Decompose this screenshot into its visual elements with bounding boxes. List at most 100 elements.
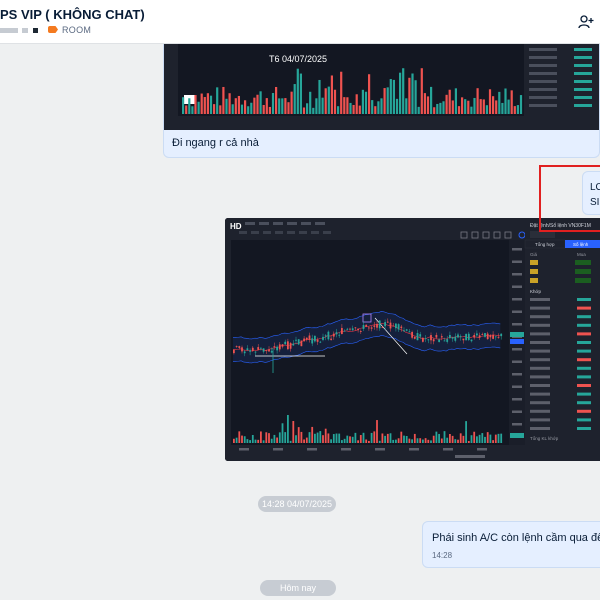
volume-bar: [349, 102, 352, 114]
volume-bar: [516, 105, 519, 114]
volume-bar: [374, 106, 377, 114]
volume-bar: [265, 432, 268, 443]
tab-tong-hop[interactable]: Tổng hợp: [535, 241, 555, 247]
volume-bar: [355, 94, 358, 114]
volume-bar: [352, 104, 355, 114]
candle-body: [492, 334, 494, 339]
volume-bar: [445, 94, 448, 114]
order-row-price: [574, 96, 592, 99]
trade-row-time: [530, 306, 550, 310]
candle-body: [284, 341, 287, 345]
volume-bar: [203, 97, 206, 114]
volume-bar: [362, 432, 365, 443]
volume-bar: [322, 435, 324, 443]
volume-bar: [251, 434, 254, 443]
volume-bar: [271, 93, 275, 114]
volume-bar: [446, 437, 449, 443]
trade-row-time: [530, 392, 550, 396]
message-bubble-image[interactable]: T6 04/07/2025 Đi ngang r cả nhà: [163, 44, 600, 158]
volume-bar: [330, 75, 333, 114]
volume-bar: [364, 91, 368, 114]
volume-bar: [478, 434, 481, 443]
volume-bar: [295, 435, 297, 443]
trade-row-price: [577, 349, 591, 353]
time-tick: [273, 448, 283, 451]
trade-row-price: [577, 341, 591, 344]
volume-bar: [479, 99, 482, 114]
volume-bar: [392, 79, 395, 114]
price-tick: [512, 260, 522, 263]
volume-bar: [358, 105, 361, 114]
order-row-price: [574, 48, 592, 51]
volume-bar: [351, 436, 354, 443]
volume-bar: [337, 106, 340, 114]
volume-bar: [476, 88, 479, 114]
volume-bar: [297, 427, 300, 443]
volume-bar: [290, 91, 293, 114]
volume-bar: [194, 95, 197, 114]
candle-body: [254, 351, 257, 353]
volume-bar: [500, 433, 503, 443]
time-tick: [443, 448, 453, 451]
trade-row-price: [577, 375, 591, 379]
volume-bar: [413, 433, 416, 443]
trade-row-price: [577, 427, 591, 430]
price-tick: [512, 423, 522, 426]
separator-dot: [33, 28, 38, 33]
volume-bar: [321, 97, 324, 114]
add-user-icon[interactable]: [578, 14, 594, 30]
volume-bar: [246, 439, 249, 443]
volume-bar: [241, 435, 243, 443]
volume-bar: [257, 439, 260, 443]
candle-body: [392, 325, 395, 327]
volume-bar: [238, 431, 241, 443]
candle-body: [435, 334, 438, 338]
candle-body: [446, 339, 449, 342]
trading-chart-screenshot-1[interactable]: T6 04/07/2025: [164, 44, 600, 130]
volume-bar: [200, 93, 203, 114]
volume-bar: [330, 439, 332, 443]
volume-bar: [470, 106, 473, 114]
volume-bar: [462, 435, 465, 443]
candle-body: [311, 338, 314, 344]
candle-body: [368, 327, 370, 329]
order-row-time: [529, 88, 557, 91]
volume-bar: [473, 97, 476, 114]
candle-body: [427, 339, 430, 341]
candle-body: [365, 324, 368, 327]
volume-bar: [346, 435, 349, 443]
volume-bar: [188, 98, 191, 114]
trade-row-price: [577, 366, 591, 370]
volume-bar: [191, 106, 194, 114]
trading-chart-screenshot-2[interactable]: HD Đặt lệnh/Sổ lệnh VN30F1M Tổng hợp Số …: [225, 218, 600, 461]
volume-bar: [182, 97, 185, 114]
toolbar-item: [287, 222, 297, 225]
candle-body: [235, 346, 238, 347]
volume-bar: [405, 98, 408, 114]
room-label[interactable]: ROOM: [62, 25, 91, 35]
volume-bar: [504, 88, 507, 114]
candle-body: [341, 328, 343, 334]
candle-body: [500, 333, 503, 337]
candle-body: [257, 347, 260, 350]
candle-body: [432, 339, 435, 342]
volume-bar: [422, 439, 424, 443]
sum-label: Tổng KL khớp: [530, 435, 559, 441]
group-title[interactable]: PS VIP ( KHÔNG CHAT): [0, 7, 145, 22]
volume-bar: [250, 102, 253, 114]
candle-body: [338, 334, 341, 336]
tab-so-lenh[interactable]: Số lệnh: [573, 242, 589, 247]
candle-body: [440, 336, 443, 338]
candle-body: [314, 335, 316, 342]
member-avatars-blurred: [0, 28, 18, 33]
message-bubble-text[interactable]: Phái sinh A/C còn lệnh cầm qua đêm đ 14:…: [422, 521, 600, 568]
volume-bar: [299, 73, 302, 114]
volume-bar: [408, 77, 411, 114]
price-tick: [512, 360, 522, 363]
volume-bar: [380, 98, 383, 114]
candle-body: [260, 347, 262, 349]
volume-bar: [314, 433, 316, 443]
volume-bar: [402, 68, 405, 114]
volume-bar: [275, 86, 278, 114]
volume-bar: [281, 423, 284, 443]
